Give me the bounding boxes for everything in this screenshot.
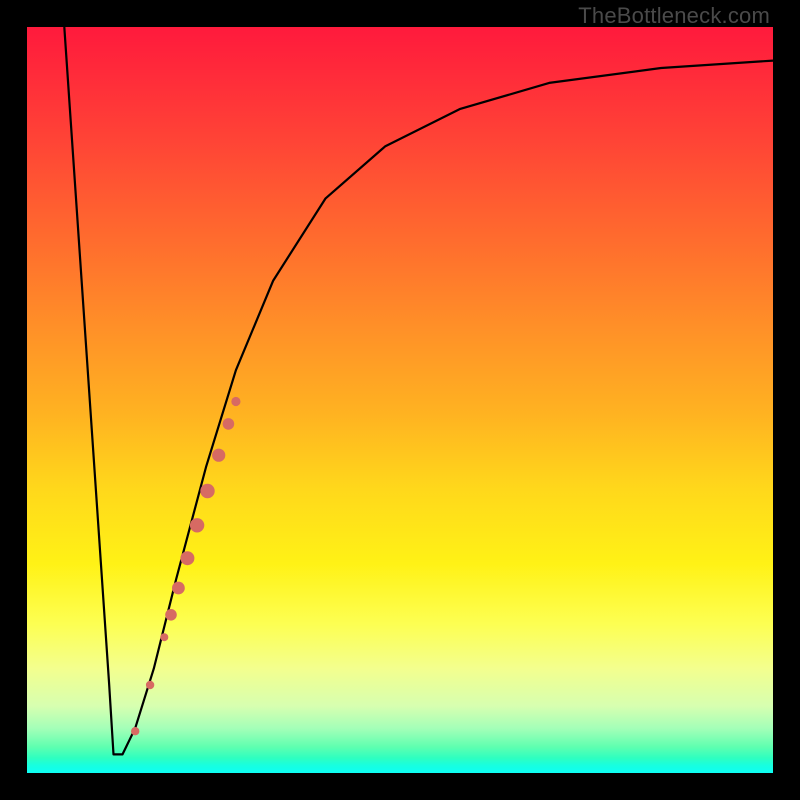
data-markers <box>131 397 240 736</box>
data-marker <box>212 449 225 462</box>
data-marker <box>231 397 240 406</box>
watermark-text: TheBottleneck.com <box>578 3 770 29</box>
data-marker <box>190 518 204 532</box>
data-marker <box>200 484 214 498</box>
data-marker <box>223 418 235 430</box>
data-marker <box>146 681 154 689</box>
chart-frame: TheBottleneck.com <box>0 0 800 800</box>
data-marker <box>131 727 139 735</box>
chart-overlay <box>27 27 773 773</box>
data-marker <box>165 609 177 621</box>
bottleneck-curve <box>64 27 773 754</box>
plot-area <box>27 27 773 773</box>
data-marker <box>172 582 185 595</box>
data-marker <box>160 633 168 641</box>
curve-line <box>64 27 773 754</box>
data-marker <box>180 551 194 565</box>
